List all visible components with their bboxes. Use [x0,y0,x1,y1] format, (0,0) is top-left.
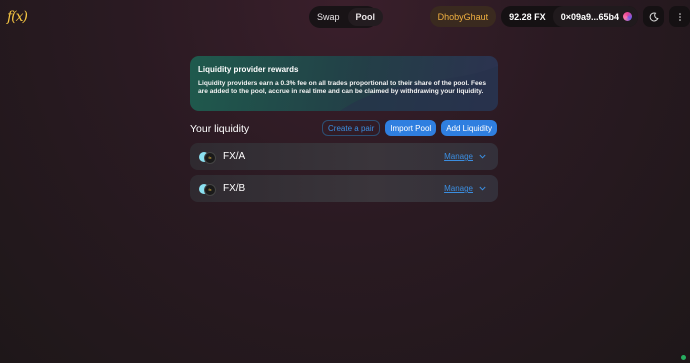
avatar [623,12,632,21]
chevron-down-icon [479,154,486,159]
app-logo[interactable]: f(x) [7,9,28,25]
account-button[interactable]: 0×09a9...65b4 [552,6,638,27]
pool-row[interactable]: fx FX/A Manage [190,143,498,170]
banner-title: Liquidity provider rewards [198,65,299,74]
status-dot-icon [681,355,686,360]
wallet-widget[interactable]: 92.28 FX 0×09a9...65b4 [501,6,638,27]
add-liquidity-button[interactable]: Add Liquidity [441,120,497,136]
chevron-down-icon [479,186,486,191]
pool-name: FX/A [223,151,246,162]
banner-body: Liquidity providers earn a 0.3% fee on a… [198,80,486,95]
manage-label: Manage [444,152,473,161]
import-pool-button[interactable]: Import Pool [385,120,437,136]
manage-button[interactable]: Manage [444,184,486,193]
balance-text: 92.28 FX [509,11,546,22]
tab-swap[interactable]: Swap [309,8,348,26]
pool-name: FX/B [223,183,246,194]
address-text: 0×09a9...65b4 [560,11,619,22]
manage-label: Manage [444,184,473,193]
pool-pair: fx FX/A [199,151,246,164]
more-icon [678,12,681,21]
tab-pool[interactable]: Pool [347,8,384,26]
more-menu-button[interactable] [669,6,690,27]
moon-icon [649,11,659,21]
connection-status [681,355,686,360]
liquidity-actions: Create a pair Import Pool Add Liquidity [322,120,497,136]
pool-row[interactable]: fx FX/B Manage [190,175,498,202]
rewards-banner: Liquidity provider rewards Liquidity pro… [190,56,498,111]
fx-token-icon: fx [204,183,216,196]
fx-token-icon: fx [204,151,216,164]
header-controls: DhobyGhaut 92.28 FX 0×09a9...65b4 [429,6,690,27]
pair-token-icons: fx [199,151,216,164]
pool-pair: fx FX/B [199,183,246,196]
network-badge: DhobyGhaut [429,6,497,27]
manage-button[interactable]: Manage [444,152,486,161]
swap-pool-switch: Swap Pool [309,6,384,28]
create-pair-button[interactable]: Create a pair [322,120,381,136]
theme-toggle-button[interactable] [643,6,664,27]
pair-token-icons: fx [199,183,216,196]
your-liquidity-heading: Your liquidity [190,123,250,135]
